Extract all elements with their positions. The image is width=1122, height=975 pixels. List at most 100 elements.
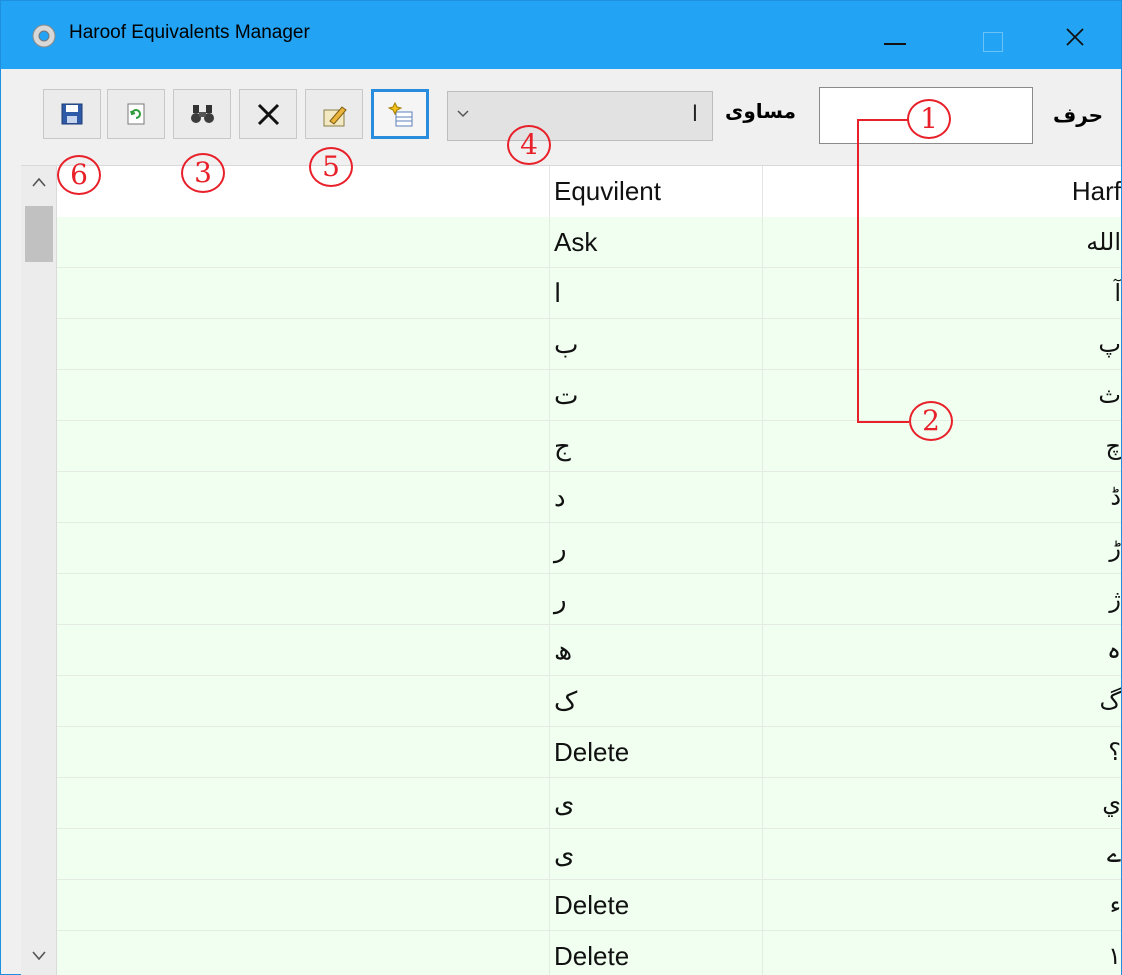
row-empty-cell[interactable] [57,625,549,676]
harf-label: حرف [1053,103,1104,127]
table-row[interactable]: رژ [57,574,1121,625]
annotation-connector [857,421,909,423]
cell-harf[interactable]: ڑ [763,523,1121,574]
title-bar: Haroof Equivalents Manager [1,1,1121,69]
table-row[interactable]: اآ [57,268,1121,319]
cell-harf[interactable]: آ [763,268,1121,319]
table-row[interactable]: Delete ١ [57,931,1121,975]
annotation-marker-3: 3 [181,153,225,193]
scroll-up-icon[interactable] [31,176,47,188]
cell-equivalent[interactable]: ھ [549,625,763,676]
cell-harf[interactable]: ہ [763,625,1121,676]
binoculars-icon [191,105,214,123]
annotation-marker-4: 4 [507,125,551,165]
annotation-connector [857,119,859,423]
cell-equivalent[interactable]: ج [549,421,763,472]
table-row[interactable]: رڑ [57,523,1121,574]
equivalent-combo-value: ا [691,102,698,127]
cell-harf[interactable]: ي [763,778,1121,829]
scroll-down-icon[interactable] [31,950,47,962]
table-row[interactable]: ھہ [57,625,1121,676]
minimize-button[interactable] [853,1,937,69]
cell-harf[interactable]: الله [763,217,1121,268]
cell-equivalent[interactable]: Delete [549,727,763,778]
column-header-equivalent[interactable]: Equvilent [549,166,763,217]
row-empty-cell[interactable] [57,370,549,421]
cell-equivalent[interactable]: Delete [549,880,763,931]
add-record-icon [388,102,413,127]
cell-equivalent[interactable]: ت [549,370,763,421]
equivalents-grid[interactable]: Equvilent Harf Ask الله ا آ ب پ ت ث ج چ د ڈ ر ڑ ر ژ ھ ہ ک گ… [21,165,1121,975]
cell-harf[interactable]: گ [763,676,1121,727]
close-icon [1066,28,1084,46]
table-row[interactable]: تث [57,370,1121,421]
row-empty-cell[interactable] [57,217,549,268]
row-empty-cell[interactable] [57,880,549,931]
close-x-icon [257,103,280,126]
table-row[interactable]: جچ [57,421,1121,472]
scrollbar-thumb[interactable] [25,206,53,262]
row-empty-cell[interactable] [57,268,549,319]
table-row[interactable]: Ask الله [57,217,1121,268]
find-button[interactable] [173,89,231,139]
annotation-marker-1: 1 [907,99,951,139]
delete-button[interactable] [239,89,297,139]
floppy-disk-icon [61,103,83,125]
cell-equivalent[interactable]: د [549,472,763,523]
add-button[interactable] [371,89,429,139]
cell-harf[interactable]: ژ [763,574,1121,625]
vertical-scrollbar[interactable] [21,166,57,975]
row-empty-cell[interactable] [57,319,549,370]
cell-harf[interactable]: ١ [763,931,1121,975]
table-row[interactable]: بپ [57,319,1121,370]
cell-equivalent[interactable]: Delete [549,931,763,975]
save-button[interactable] [43,89,101,139]
cell-equivalent[interactable]: ب [549,319,763,370]
close-button[interactable] [1037,1,1121,69]
edit-button[interactable] [305,89,363,139]
edit-pencil-icon [323,106,347,127]
refresh-icon [127,103,145,125]
cell-harf[interactable]: پ [763,319,1121,370]
row-empty-cell[interactable] [57,727,549,778]
table-row[interactable]: Delete ؟ [57,727,1121,778]
table-body: Ask الله ا آ ب پ ت ث ج چ د ڈ ر ڑ ر ژ ھ ہ ک گ Delete ؟ ی ي ی ے Dele… [57,217,1121,975]
row-empty-cell[interactable] [57,778,549,829]
table-row[interactable]: یے [57,829,1121,880]
table-row[interactable]: Delete ء [57,880,1121,931]
table-row[interactable]: دڈ [57,472,1121,523]
annotation-marker-2: 2 [909,401,953,441]
row-empty-cell[interactable] [57,421,549,472]
annotation-marker-6: 6 [57,155,101,195]
cell-equivalent[interactable]: ر [549,574,763,625]
cell-equivalent[interactable]: ا [549,268,763,319]
refresh-button[interactable] [107,89,165,139]
row-empty-cell[interactable] [57,829,549,880]
equivalent-combobox[interactable]: ا [447,91,713,141]
cell-equivalent[interactable]: Ask [549,217,763,268]
window-title: Haroof Equivalents Manager [69,22,310,43]
chevron-down-icon [457,110,469,118]
column-header-harf[interactable]: Harf [763,166,1121,217]
row-empty-cell[interactable] [57,523,549,574]
cell-harf[interactable]: ء [763,880,1121,931]
equivalent-label: مساوی [725,99,797,123]
gear-icon [32,24,56,48]
annotation-marker-5: 5 [309,147,353,187]
row-empty-cell[interactable] [57,931,549,975]
row-empty-cell[interactable] [57,472,549,523]
cell-harf[interactable]: ے [763,829,1121,880]
row-empty-cell[interactable] [57,574,549,625]
maximize-button[interactable] [951,1,1035,69]
table-row[interactable]: یي [57,778,1121,829]
row-empty-cell[interactable] [57,676,549,727]
table-row[interactable]: کگ [57,676,1121,727]
cell-equivalent[interactable]: ر [549,523,763,574]
app-window: Haroof Equivalents Manager ا مساوی حرف E… [0,0,1122,975]
cell-harf[interactable]: ؟ [763,727,1121,778]
toolbar: ا مساوی حرف [1,69,1121,165]
cell-equivalent[interactable]: ک [549,676,763,727]
cell-equivalent[interactable]: ی [549,778,763,829]
cell-equivalent[interactable]: ی [549,829,763,880]
cell-harf[interactable]: ڈ [763,472,1121,523]
